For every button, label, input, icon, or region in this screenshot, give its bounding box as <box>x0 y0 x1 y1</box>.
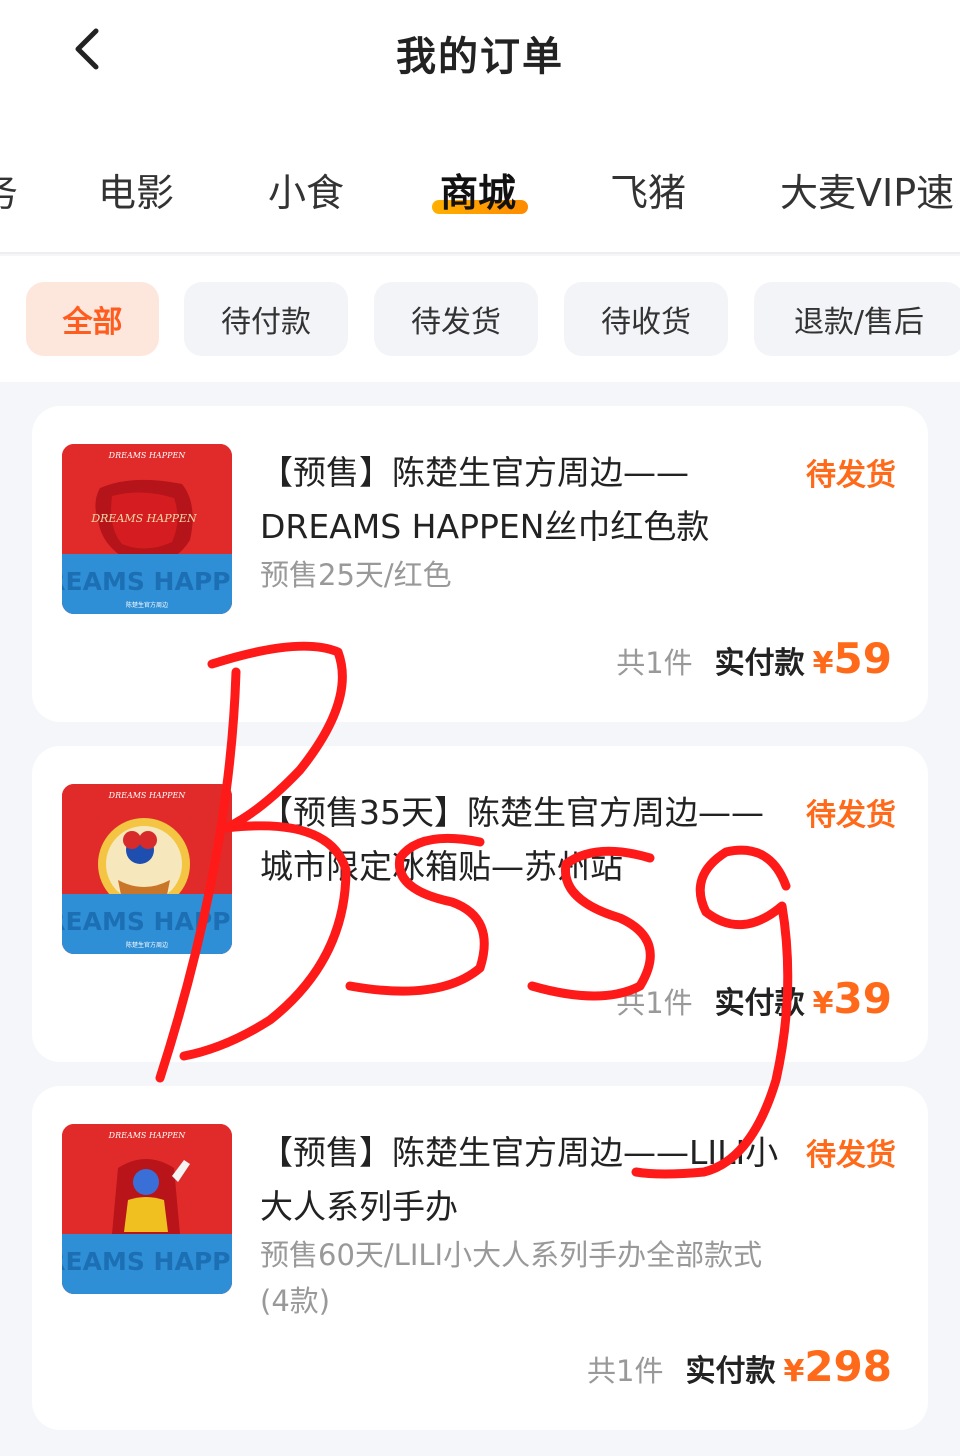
tab-fliggy[interactable]: 飞猪 <box>610 162 686 217</box>
svg-text:DREAMS HAPPEN: DREAMS HAPPEN <box>62 907 232 936</box>
filter-pending-payment[interactable]: 待付款 <box>184 282 348 356</box>
svg-text:DREAMS HAPPEN: DREAMS HAPPEN <box>90 512 197 525</box>
currency-symbol: ¥ <box>812 986 834 1021</box>
product-spec: 预售25天/红色 <box>260 558 452 592</box>
order-card[interactable]: DREAMS HAPPEN DREAMS HAPPEN 【预售】陈楚生官方周边—… <box>32 1086 928 1430</box>
order-status: 待发货 <box>806 458 896 493</box>
tab-movie[interactable]: 电影 <box>98 162 174 217</box>
order-summary: 共1件 实付款 ¥ 39 <box>616 974 892 1023</box>
order-summary: 共1件 实付款 ¥ 298 <box>587 1342 892 1391</box>
product-title: 【预售】陈楚生官方周边——LILI小大人系列手办 <box>260 1133 779 1226</box>
svg-text:DREAMS HAPPEN: DREAMS HAPPEN <box>62 567 232 596</box>
product-title: 【预售】陈楚生官方周边——DREAMS HAPPEN丝巾红色款 <box>260 453 710 546</box>
order-status: 待发货 <box>806 798 896 833</box>
category-tabs: 务 电影 小食 商城 飞猪 大麦VIP速 <box>0 100 960 254</box>
tab-snacks[interactable]: 小食 <box>268 162 344 217</box>
product-thumbnail: DREAMS HAPPEN DREAMS HAPPEN DREAMS HAPPE… <box>62 444 232 614</box>
paid-amount: 39 <box>833 974 892 1023</box>
item-count: 共1件 <box>616 986 693 1020</box>
nav-header: 我的订单 <box>0 0 960 100</box>
product-thumbnail: DREAMS HAPPEN DREAMS HAPPEN <box>62 1124 232 1294</box>
filter-pending-receipt[interactable]: 待收货 <box>564 282 728 356</box>
svg-text:DREAMS HAPPEN: DREAMS HAPPEN <box>62 1247 232 1276</box>
product-title: 【预售35天】陈楚生官方周边——城市限定冰箱贴—苏州站 <box>260 793 764 886</box>
svg-text:DREAMS HAPPEN: DREAMS HAPPEN <box>108 451 187 460</box>
paid-amount: 298 <box>804 1342 892 1391</box>
item-count: 共1件 <box>616 646 693 680</box>
svg-text:陈楚生官方周边: 陈楚生官方周边 <box>126 601 168 609</box>
order-summary: 共1件 实付款 ¥ 59 <box>616 634 892 683</box>
paid-label: 实付款 <box>714 646 805 681</box>
currency-symbol: ¥ <box>783 1354 805 1389</box>
svg-text:DREAMS HAPPEN: DREAMS HAPPEN <box>108 791 187 800</box>
order-status: 待发货 <box>806 1138 896 1173</box>
filter-refund-aftersale[interactable]: 退款/售后 <box>754 282 960 356</box>
tab-mall[interactable]: 商城 <box>440 162 516 217</box>
tab-service[interactable]: 务 <box>0 162 18 217</box>
tab-damai-vip[interactable]: 大麦VIP速 <box>780 162 954 217</box>
filter-all[interactable]: 全部 <box>26 282 159 356</box>
product-thumbnail: DREAMS HAPPEN DREAMS HAPPEN 陈楚生官方周边 <box>62 784 232 954</box>
page-title: 我的订单 <box>396 34 564 80</box>
item-count: 共1件 <box>587 1354 664 1388</box>
order-card[interactable]: DREAMS HAPPEN DREAMS HAPPEN DREAMS HAPPE… <box>32 406 928 722</box>
currency-symbol: ¥ <box>812 646 834 681</box>
status-filter-bar: 全部 待付款 待发货 待收货 退款/售后 <box>0 256 960 382</box>
paid-amount: 59 <box>833 634 892 683</box>
svg-text:陈楚生官方周边: 陈楚生官方周边 <box>126 941 168 949</box>
svg-text:DREAMS HAPPEN: DREAMS HAPPEN <box>108 1131 187 1140</box>
product-spec: 预售60天/LILI小大人系列手办全部款式(4款) <box>260 1238 763 1318</box>
filter-pending-shipment[interactable]: 待发货 <box>374 282 538 356</box>
paid-label: 实付款 <box>685 1354 776 1389</box>
order-card[interactable]: DREAMS HAPPEN DREAMS HAPPEN 陈楚生官方周边 【预售3… <box>32 746 928 1062</box>
paid-label: 实付款 <box>714 986 805 1021</box>
